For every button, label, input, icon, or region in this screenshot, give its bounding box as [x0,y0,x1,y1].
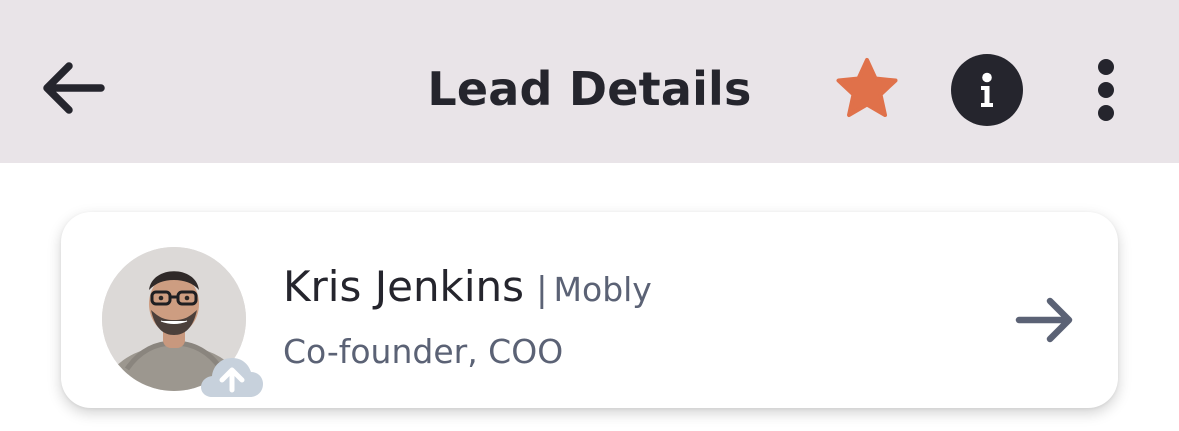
info-button[interactable] [950,54,1024,126]
cloud-upload-icon[interactable] [200,355,264,401]
lead-card[interactable]: Kris Jenkins | Mobly Co-founder, COO [61,212,1118,408]
avatar-container [102,247,263,397]
more-options-button[interactable] [1080,54,1132,126]
lead-job-title: Co-founder, COO [283,332,564,371]
info-icon [951,54,1023,126]
favorite-button[interactable] [830,54,904,124]
name-company-separator: | [536,270,548,310]
company-name: Mobly [553,270,652,309]
more-vertical-icon [1098,59,1114,121]
app-header: Lead Details [0,0,1179,163]
lead-name: Kris Jenkins [283,262,525,311]
lead-name-line: Kris Jenkins | Mobly [283,260,652,323]
star-icon [836,58,898,117]
arrow-right-icon [1015,297,1073,343]
open-lead-button[interactable] [1013,290,1077,350]
